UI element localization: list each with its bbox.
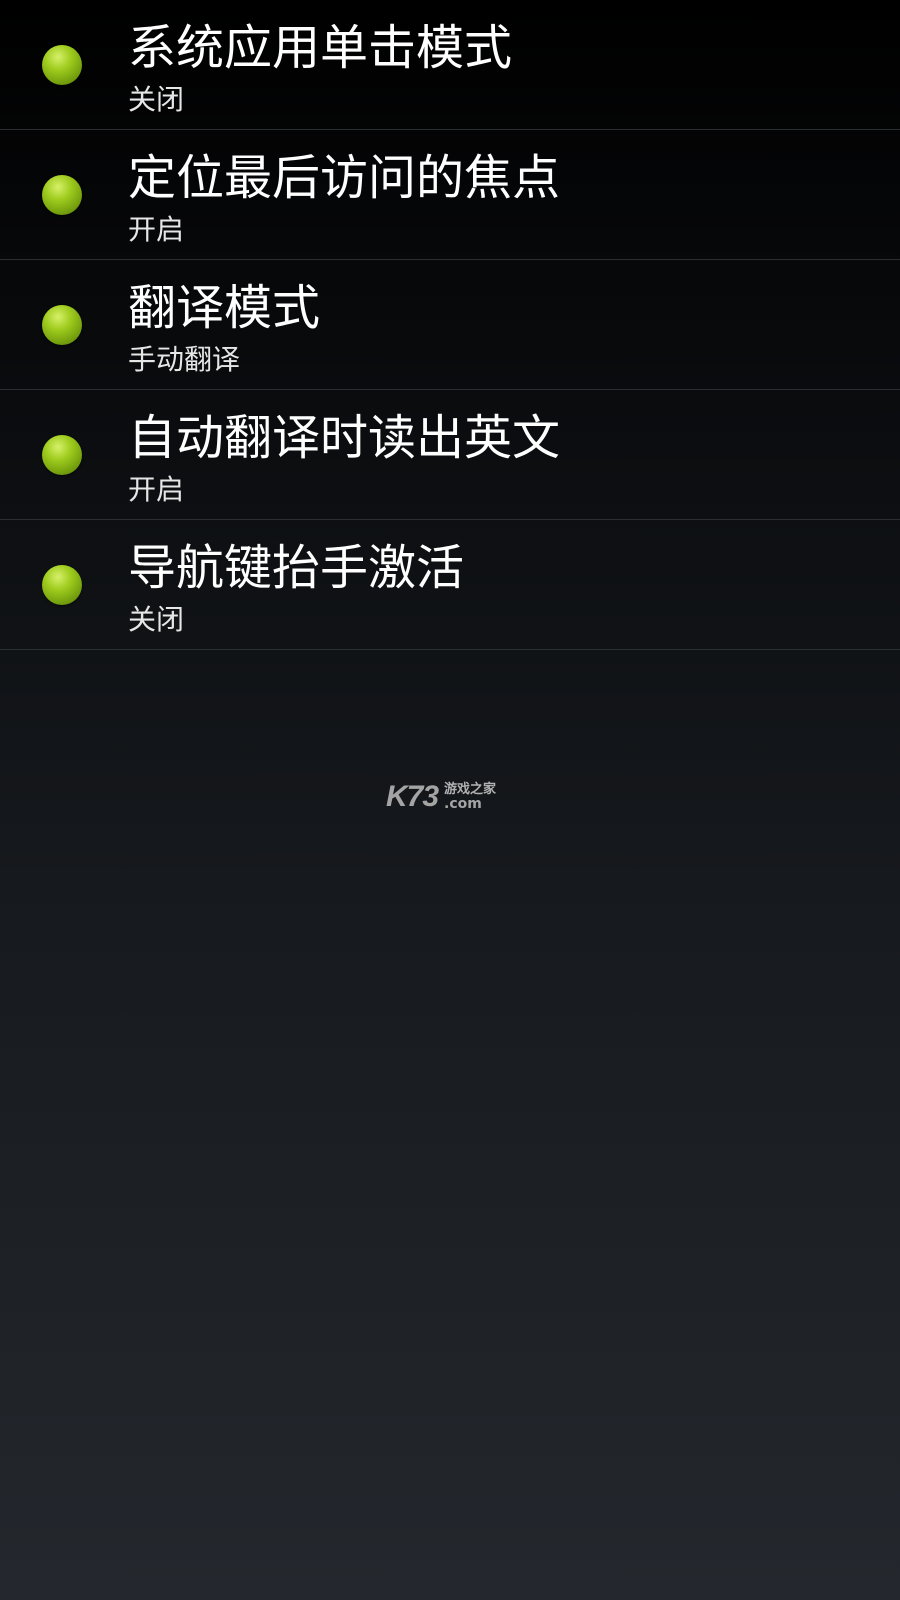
setting-item-locate-last-focus[interactable]: 定位最后访问的焦点 开启 (0, 130, 900, 260)
setting-value: 手动翻译 (128, 343, 241, 376)
green-dot-icon (42, 45, 82, 85)
setting-title: 翻译模式 (128, 280, 321, 336)
setting-title: 导航键抬手激活 (128, 540, 465, 596)
setting-value: 开启 (128, 213, 185, 246)
setting-value: 关闭 (128, 603, 185, 636)
setting-value: 关闭 (128, 83, 185, 116)
setting-title: 定位最后访问的焦点 (128, 150, 561, 206)
settings-list: 系统应用单击模式 关闭 定位最后访问的焦点 开启 翻译模式 手动翻译 自动翻译时… (0, 0, 900, 650)
setting-value: 开启 (128, 473, 185, 506)
k73-watermark-logo: K73 游戏之家 .com (386, 780, 496, 814)
setting-title: 系统应用单击模式 (128, 20, 513, 76)
setting-item-auto-translate-read-english[interactable]: 自动翻译时读出英文 开启 (0, 390, 900, 520)
green-dot-icon (42, 175, 82, 215)
watermark-side: 游戏之家 .com (444, 782, 497, 812)
setting-item-translation-mode[interactable]: 翻译模式 手动翻译 (0, 260, 900, 390)
watermark-brand: K73 (386, 780, 439, 813)
setting-title: 自动翻译时读出英文 (128, 410, 561, 466)
green-dot-icon (42, 305, 82, 345)
watermark-tagline: 游戏之家 (444, 782, 497, 797)
setting-item-system-app-click-mode[interactable]: 系统应用单击模式 关闭 (0, 0, 900, 130)
setting-item-nav-key-release-activate[interactable]: 导航键抬手激活 关闭 (0, 520, 900, 650)
watermark-domain: .com (444, 796, 482, 812)
green-dot-icon (42, 565, 82, 605)
green-dot-icon (42, 435, 82, 475)
